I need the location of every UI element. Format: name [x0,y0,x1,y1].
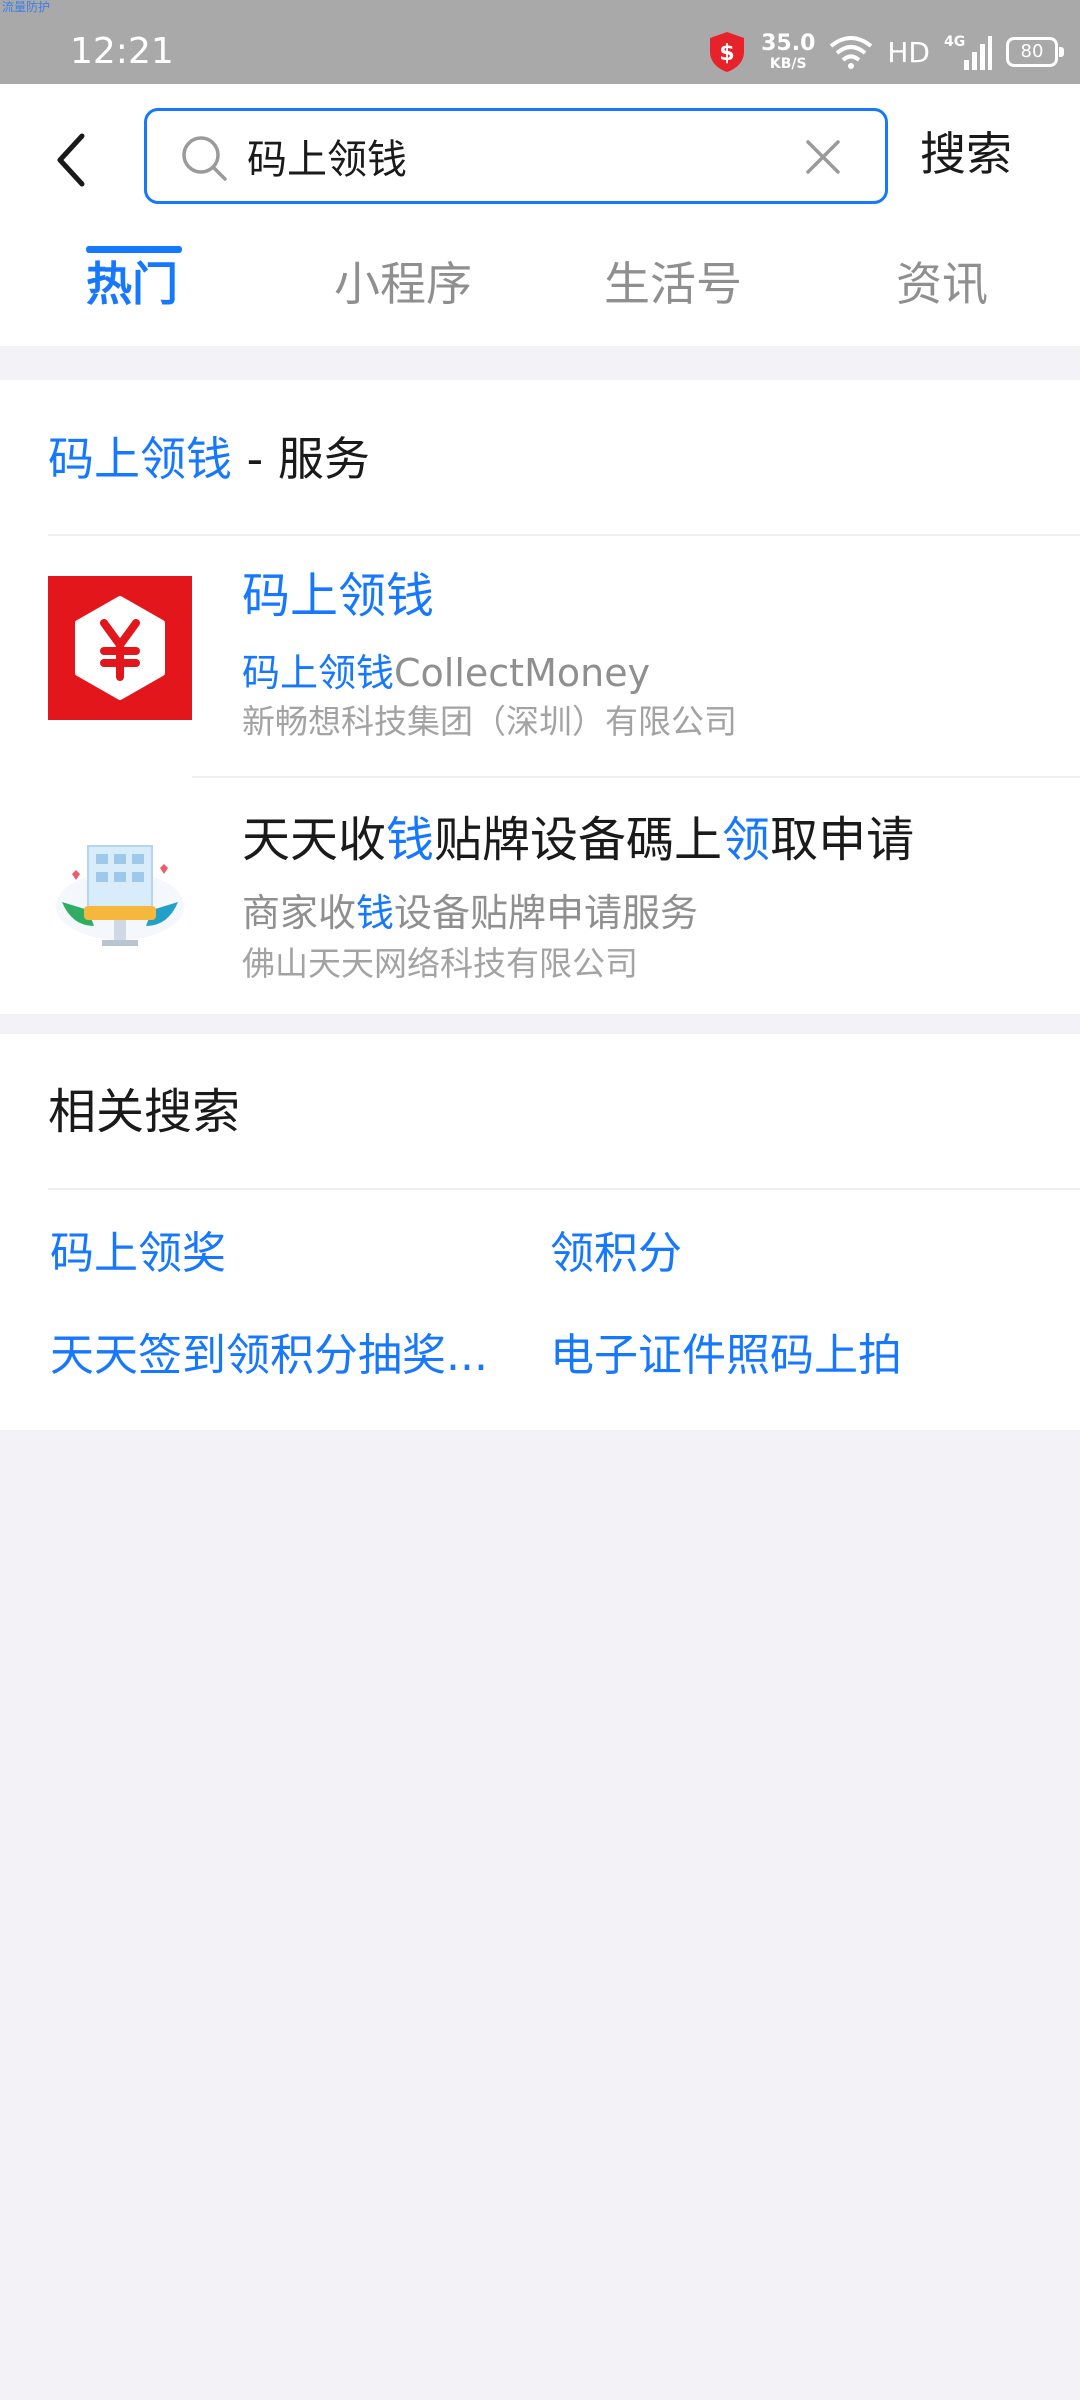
network-speed-unit: KB/S [769,56,807,72]
result-subtitle-keyword: 钱 [356,891,395,935]
search-header: 搜索 热门 小程序 生活号 资讯 [0,84,1080,346]
yuan-badge-icon [48,576,192,720]
tab-news[interactable]: 资讯 [896,254,988,314]
tab-mini-programs[interactable]: 小程序 [334,254,472,314]
section-title: 码上领钱 - 服务 [48,428,370,490]
back-button[interactable] [40,120,100,200]
result-subtitle: 码上领钱CollectMoney [242,648,650,698]
wifi-icon [830,36,873,69]
result-title-part: 取申请 [770,812,915,868]
search-box[interactable] [144,108,888,204]
related-search-section: 相关搜索 码上领奖 领积分 天天签到领积分抽奖... 电子证件照码上拍 [0,1034,1080,1430]
result-subtitle-rest: CollectMoney [394,651,651,695]
status-icons: $ 35.0 KB/S HD 4G 80 [707,26,1064,78]
network-speed-value: 35.0 [761,31,816,56]
result-title-part: 天天收 [242,812,387,868]
related-search-title: 相关搜索 [48,1084,241,1140]
traffic-protect-label: 流量防护 [2,0,51,14]
search-input[interactable] [247,111,787,201]
svg-text:4G: 4G [944,34,965,50]
divider [48,1188,1080,1190]
result-title-keyword: 钱 [386,812,435,868]
result-subtitle-keyword: 码上领钱 [242,651,395,695]
result-subtitle: 商家收钱设备贴牌申请服务 [242,888,698,938]
clear-icon[interactable] [803,137,843,177]
category-tabs: 热门 小程序 生活号 资讯 [0,254,1080,346]
result-org: 新畅想科技集团（深圳）有限公司 [242,702,737,741]
result-item-merchant-device[interactable]: 天天收钱贴牌设备碼上领取申请 商家收钱设备贴牌申请服务 佛山天天网络科技有限公司 [0,778,1080,1014]
result-subtitle-part: 商家收 [242,891,357,935]
building-illustration-icon [48,814,192,958]
service-section: 码上领钱 - 服务 码上领钱 码上领钱CollectMoney 新畅想科技集团（… [0,380,1080,1014]
result-title: 天天收钱贴牌设备碼上领取申请 [242,808,914,872]
status-bar: 流量防护 12:21 $ 35.0 KB/S HD 4G 80 [0,0,1080,84]
network-speed: 35.0 KB/S [761,31,816,72]
tab-hot[interactable]: 热门 [86,254,178,314]
related-search-item[interactable]: 领积分 [550,1224,1030,1284]
result-title-part: 贴牌设备碼上 [434,812,723,868]
result-item-collect-money[interactable]: 码上领钱 码上领钱CollectMoney 新畅想科技集团（深圳）有限公司 [0,536,1080,776]
result-org: 佛山天天网络科技有限公司 [242,944,638,983]
chevron-left-icon [57,133,85,187]
cellular-signal-icon: 4G [944,34,992,70]
result-title: 码上领钱 [242,568,435,624]
result-subtitle-part: 设备贴牌申请服务 [394,891,699,935]
section-title-suffix: - 服务 [232,432,370,486]
hd-indicator: HD [887,35,930,69]
search-icon [182,136,227,181]
tab-life-accounts[interactable]: 生活号 [604,254,742,314]
active-tab-indicator [86,246,182,253]
battery-level: 80 [1020,41,1044,62]
security-shield-icon: $ [710,32,745,72]
svg-text:$: $ [719,41,734,66]
related-search-item[interactable]: 码上领奖 [50,1224,520,1284]
section-title-keyword: 码上领钱 [48,432,232,486]
result-title-keyword: 领 [722,812,771,868]
related-search-item[interactable]: 天天签到领积分抽奖... [50,1326,520,1386]
related-search-item[interactable]: 电子证件照码上拍 [550,1326,1030,1386]
search-button[interactable]: 搜索 [920,124,1012,184]
status-time: 12:21 [70,31,174,72]
battery-icon: 80 [1006,37,1064,67]
